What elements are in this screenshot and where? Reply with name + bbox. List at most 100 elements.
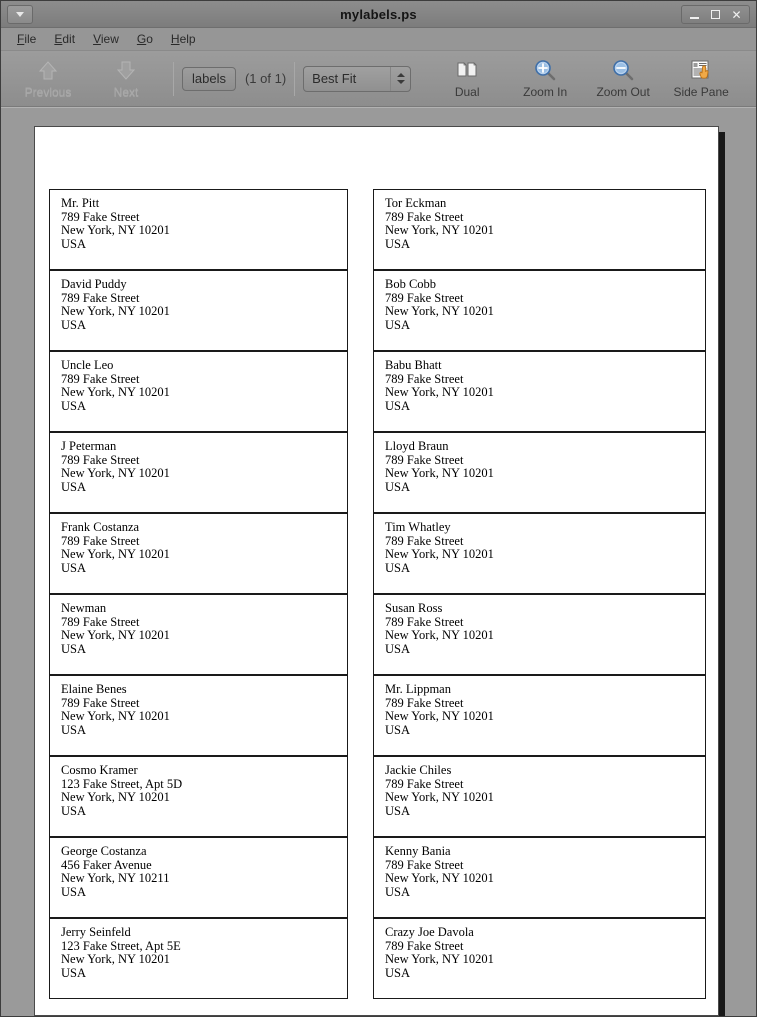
zoom-out-button[interactable]: Zoom Out (584, 54, 662, 104)
address-line-street: 789 Fake Street (385, 695, 464, 710)
maximize-button[interactable] (706, 6, 725, 23)
address-line-city: New York, NY 10201 (385, 223, 494, 238)
address-label: Crazy Joe Davola 789 Fake Street New York,… (373, 918, 706, 999)
vertical-scrollbar[interactable] (752, 108, 756, 1016)
address-line-street: 789 Fake Street (385, 371, 464, 386)
document-viewport[interactable]: Mr. Pitt 789 Fake Street New York, NY 1020… (1, 107, 756, 1016)
document-page: Mr. Pitt 789 Fake Street New York, NY 1020… (34, 126, 719, 1016)
address-line-name: Babu Bhatt (385, 358, 442, 372)
menu-view-label: iew (100, 32, 119, 46)
arrow-up-icon (38, 61, 58, 80)
magnifier-minus-icon (613, 60, 634, 81)
menu-edit[interactable]: Edit (46, 30, 83, 48)
next-label: Next (113, 85, 139, 99)
address-line-city: New York, NY 10201 (385, 304, 494, 319)
address-line-country: USA (61, 966, 87, 981)
address-line-country: USA (385, 399, 411, 414)
arrow-down-icon (116, 61, 136, 80)
dual-button[interactable]: Dual (428, 54, 506, 104)
address-line-name: Crazy Joe Davola (385, 925, 474, 939)
menu-edit-label: dit (62, 32, 76, 46)
address-label: Newman 789 Fake Street New York, NY 10201 U… (49, 594, 348, 675)
address-line-street: 789 Fake Street (61, 695, 140, 710)
address-line-name: Bob Cobb (385, 277, 437, 291)
previous-label: Previous (24, 85, 72, 99)
menu-file[interactable]: File (9, 30, 44, 48)
address-label: Jerry Seinfeld 123 Fake Street, Apt 5E New… (49, 918, 348, 999)
address-line-city: New York, NY 10201 (61, 628, 170, 643)
address-line-name: Elaine Benes (61, 682, 127, 696)
address-line-country: USA (385, 642, 411, 657)
address-line-name: Mr. Lippman (385, 682, 451, 696)
address-line-name: Frank Costanza (61, 520, 140, 534)
address-label: Babu Bhatt 789 Fake Street New York, NY 10… (373, 351, 706, 432)
close-button[interactable]: ✕ (727, 6, 746, 23)
previous-button[interactable]: Previous (9, 54, 87, 104)
address-line-street: 789 Fake Street (61, 209, 140, 224)
address-line-name: Jerry Seinfeld (61, 925, 131, 939)
address-line-name: J Peterman (61, 439, 117, 453)
menu-go[interactable]: Go (129, 30, 161, 48)
address-line-name: Cosmo Kramer (61, 763, 138, 777)
address-line-country: USA (61, 318, 87, 333)
address-label: Tor Eckman 789 Fake Street New York, NY 10… (373, 189, 706, 270)
toolbar: Previous Next labels (1 of 1) Best Fit D… (1, 51, 756, 107)
address-line-country: USA (61, 237, 87, 252)
address-line-street: 789 Fake Street (385, 857, 464, 872)
address-line-name: Lloyd Braun (385, 439, 449, 453)
address-line-city: New York, NY 10201 (385, 385, 494, 400)
address-line-street: 789 Fake Street (61, 614, 140, 629)
chevron-updown-icon (390, 66, 410, 91)
menu-go-mnemonic: G (136, 32, 147, 46)
dual-page-icon (457, 62, 478, 77)
minimize-icon (690, 17, 699, 19)
zoom-level-select[interactable]: Best Fit (303, 65, 412, 92)
address-label: Mr. Pitt 789 Fake Street New York, NY 1020… (49, 189, 348, 270)
address-line-street: 456 Faker Avenue (61, 857, 152, 872)
minimize-button[interactable] (685, 6, 704, 23)
address-line-name: Newman (61, 601, 107, 615)
address-label: Lloyd Braun 789 Fake Street New York, NY 1… (373, 432, 706, 513)
address-line-country: USA (61, 561, 87, 576)
address-label: Uncle Leo 789 Fake Street New York, NY 102… (49, 351, 348, 432)
page-label-button[interactable]: labels (182, 66, 236, 91)
side-pane-icon (691, 60, 709, 79)
menu-help-label: elp (179, 32, 196, 46)
address-line-name: Susan Ross (385, 601, 443, 615)
address-line-name: Mr. Pitt (61, 196, 100, 210)
application-window: mylabels.ps ✕ File Edit View Go Help Pre… (0, 0, 757, 1017)
address-line-city: New York, NY 10201 (385, 709, 494, 724)
address-label: Mr. Lippman 789 Fake Street New York, NY 1… (373, 675, 706, 756)
address-line-street: 123 Fake Street, Apt 5D (61, 776, 183, 791)
address-line-street: 789 Fake Street (385, 290, 464, 305)
address-line-street: 789 Fake Street (385, 533, 464, 548)
address-line-country: USA (61, 885, 87, 900)
address-line-city: New York, NY 10201 (385, 952, 494, 967)
toolbar-separator-1 (173, 61, 174, 96)
menubar: File Edit View Go Help (1, 28, 756, 51)
address-line-street: 123 Fake Street, Apt 5E (61, 938, 181, 953)
address-line-country: USA (61, 480, 87, 495)
address-line-city: New York, NY 10201 (61, 952, 170, 967)
address-label: J Peterman 789 Fake Street New York, NY 10… (49, 432, 348, 513)
menu-help[interactable]: Help (163, 30, 204, 48)
zoom-in-button[interactable]: Zoom In (506, 54, 584, 104)
address-label: Tim Whatley 789 Fake Street New York, NY 1… (373, 513, 706, 594)
address-line-name: Kenny Bania (385, 844, 451, 858)
address-line-name: David Puddy (61, 277, 127, 291)
address-line-country: USA (385, 480, 411, 495)
address-line-country: USA (61, 723, 87, 738)
menu-help-mnemonic: H (170, 32, 180, 46)
side-pane-button[interactable]: Side Pane (662, 54, 740, 104)
address-label: David Puddy 789 Fake Street New York, NY 1… (49, 270, 348, 351)
address-line-city: New York, NY 10201 (385, 466, 494, 481)
address-label: Jackie Chiles 789 Fake Street New York, NY… (373, 756, 706, 837)
address-line-country: USA (385, 723, 411, 738)
menu-view[interactable]: View (85, 30, 127, 48)
address-line-street: 789 Fake Street (385, 938, 464, 953)
next-button[interactable]: Next (87, 54, 165, 104)
address-line-city: New York, NY 10201 (385, 628, 494, 643)
menu-view-mnemonic: V (93, 32, 101, 46)
address-label: George Costanza 456 Faker Avenue New York,… (49, 837, 348, 918)
window-title: mylabels.ps (340, 7, 417, 22)
